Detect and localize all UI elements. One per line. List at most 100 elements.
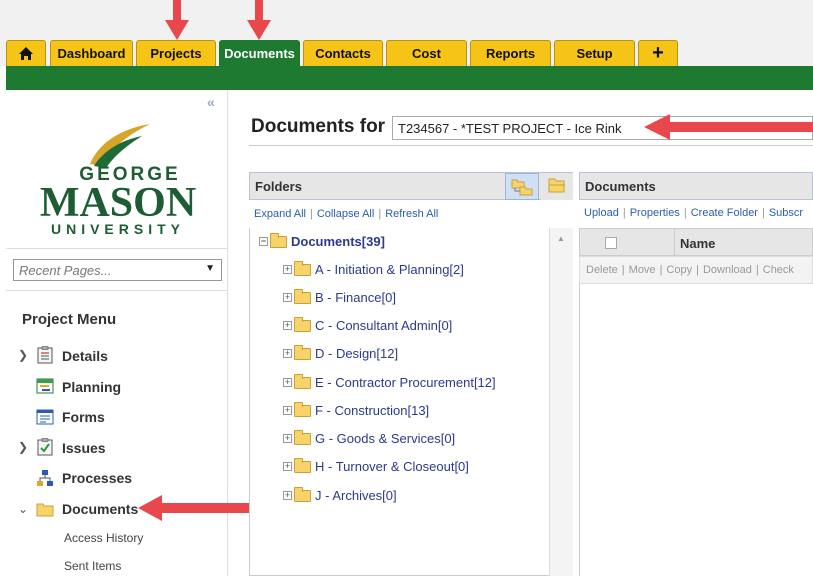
collapse-toggle-icon[interactable]: − [259, 237, 268, 246]
select-all-checkbox[interactable] [605, 237, 617, 249]
tree-folder-label: C - Consultant Admin[0] [315, 318, 453, 333]
menu-item-forms[interactable]: Forms [62, 409, 105, 425]
expand-toggle-icon[interactable]: + [283, 491, 292, 500]
folder-tree-icon [511, 179, 533, 196]
folder-icon [294, 288, 311, 304]
tree-folder-label: B - Finance[0] [315, 290, 396, 305]
tree-folder[interactable]: + A - Initiation & Planning[2] [283, 260, 464, 277]
tree-folder[interactable]: + G - Goods & Services[0] [283, 429, 456, 446]
expand-toggle-icon[interactable]: + [283, 378, 292, 387]
expand-toggle-icon[interactable]: + [283, 406, 292, 415]
tab-label: Reports [485, 46, 536, 61]
tab-projects[interactable]: Projects [136, 40, 216, 66]
processes-icon [37, 470, 53, 486]
tab-reports[interactable]: Reports [470, 40, 551, 66]
planning-icon [36, 378, 54, 394]
tab-label: Setup [576, 46, 613, 61]
check-action[interactable]: Check [763, 264, 794, 276]
tree-folder[interactable]: + H - Turnover & Closeout[0] [283, 457, 469, 474]
folder-icon [294, 429, 311, 445]
folder-icon [294, 260, 311, 276]
submenu-access-history[interactable]: Access History [64, 531, 143, 545]
expand-toggle-icon[interactable]: + [283, 265, 292, 274]
delete-action[interactable]: Delete [586, 264, 618, 276]
folder-icon [294, 401, 311, 417]
expand-toggle-icon[interactable]: + [283, 462, 292, 471]
divider [6, 290, 228, 291]
tree-folder[interactable]: + B - Finance[0] [283, 288, 396, 305]
document-actions: Upload | Properties | Create Folder | Subscr [584, 207, 804, 219]
tree-root[interactable]: − Documents[39] [259, 232, 385, 249]
project-menu-title: Project Menu [22, 311, 117, 328]
expand-toggle-icon[interactable]: + [283, 293, 292, 302]
tree-folder-label: E - Contractor Procurement[12] [315, 375, 496, 390]
download-action[interactable]: Download [703, 264, 752, 276]
menu-item-label: Planning [62, 379, 122, 395]
chevron-down-icon[interactable]: ⌄ [18, 502, 28, 516]
menu-item-processes[interactable]: Processes [62, 470, 132, 486]
tree-folder[interactable]: + D - Design[12] [283, 344, 399, 361]
move-action[interactable]: Move [629, 264, 656, 276]
annotation-arrow-projects [165, 0, 189, 40]
expand-toggle-icon[interactable]: + [283, 321, 292, 330]
column-divider [674, 229, 675, 257]
logo-university-text: UNIVERSITY [51, 221, 185, 237]
expand-toggle-icon[interactable]: + [283, 434, 292, 443]
tree-folder[interactable]: + J - Archives[0] [283, 486, 397, 503]
collapse-all-link[interactable]: Collapse All [317, 208, 374, 220]
tree-folder[interactable]: + E - Contractor Procurement[12] [283, 373, 496, 390]
expand-all-link[interactable]: Expand All [254, 208, 306, 220]
create-folder-link[interactable]: Create Folder [691, 207, 758, 219]
tree-folder-label: D - Design[12] [315, 346, 399, 361]
nav-green-bar [6, 66, 813, 90]
tab-cost[interactable]: Cost [386, 40, 467, 66]
tree-view-button[interactable] [505, 173, 539, 200]
menu-item-documents[interactable]: Documents [62, 501, 138, 517]
grid-actions: Delete | Move | Copy | Download | Check [579, 256, 813, 284]
open-folder-icon [548, 178, 565, 193]
scroll-up-icon[interactable]: ▲ [557, 234, 565, 243]
tab-add[interactable]: + [638, 40, 678, 66]
tab-contacts[interactable]: Contacts [303, 40, 383, 66]
folder-icon [294, 486, 311, 502]
upload-link[interactable]: Upload [584, 207, 619, 219]
expand-toggle-icon[interactable]: + [283, 349, 292, 358]
folder-icon [294, 344, 311, 360]
recent-pages-placeholder: Recent Pages... [19, 263, 112, 278]
menu-item-issues[interactable]: Issues [62, 440, 106, 456]
tab-documents[interactable]: Documents [219, 40, 300, 66]
tab-dashboard[interactable]: Dashboard [50, 40, 133, 66]
tab-setup[interactable]: Setup [554, 40, 635, 66]
folders-panel-title: Folders [255, 179, 302, 194]
chevron-down-icon: ▼ [205, 263, 215, 274]
recent-pages-select[interactable]: Recent Pages... ▼ [13, 259, 222, 281]
folder-icon [294, 373, 311, 389]
menu-item-details[interactable]: Details [62, 348, 108, 364]
folder-icon [294, 316, 311, 332]
tree-folder[interactable]: + F - Construction[13] [283, 401, 429, 418]
clipboard-icon [37, 346, 53, 364]
subscribe-link[interactable]: Subscr [769, 207, 803, 219]
submenu-sent-items[interactable]: Sent Items [64, 559, 121, 573]
tree-folder[interactable]: + C - Consultant Admin[0] [283, 316, 453, 333]
tree-root-label: Documents[39] [291, 234, 385, 249]
folder-icon [294, 457, 311, 473]
chevron-right-icon[interactable]: ❯ [18, 348, 28, 362]
collapse-sidebar-icon[interactable]: « [207, 94, 215, 110]
refresh-all-link[interactable]: Refresh All [385, 208, 438, 220]
project-select-value: T234567 - *TEST PROJECT - Ice Rink [398, 121, 622, 136]
chevron-right-icon[interactable]: ❯ [18, 440, 28, 454]
page-title: Documents for [251, 116, 386, 137]
tree-folder-label: H - Turnover & Closeout[0] [315, 459, 469, 474]
properties-link[interactable]: Properties [630, 207, 680, 219]
open-folder-button[interactable] [541, 173, 573, 200]
menu-item-planning[interactable]: Planning [62, 379, 121, 395]
scrollbar[interactable]: ▲ [549, 228, 573, 576]
tree-folder-label: G - Goods & Services[0] [315, 431, 456, 446]
documents-grid-header: Name [579, 228, 813, 257]
column-header-name[interactable]: Name [680, 236, 715, 251]
tab-label: Projects [150, 46, 202, 61]
tab-home[interactable] [6, 40, 46, 66]
copy-action[interactable]: Copy [666, 264, 692, 276]
menu-item-label: Details [62, 348, 108, 364]
